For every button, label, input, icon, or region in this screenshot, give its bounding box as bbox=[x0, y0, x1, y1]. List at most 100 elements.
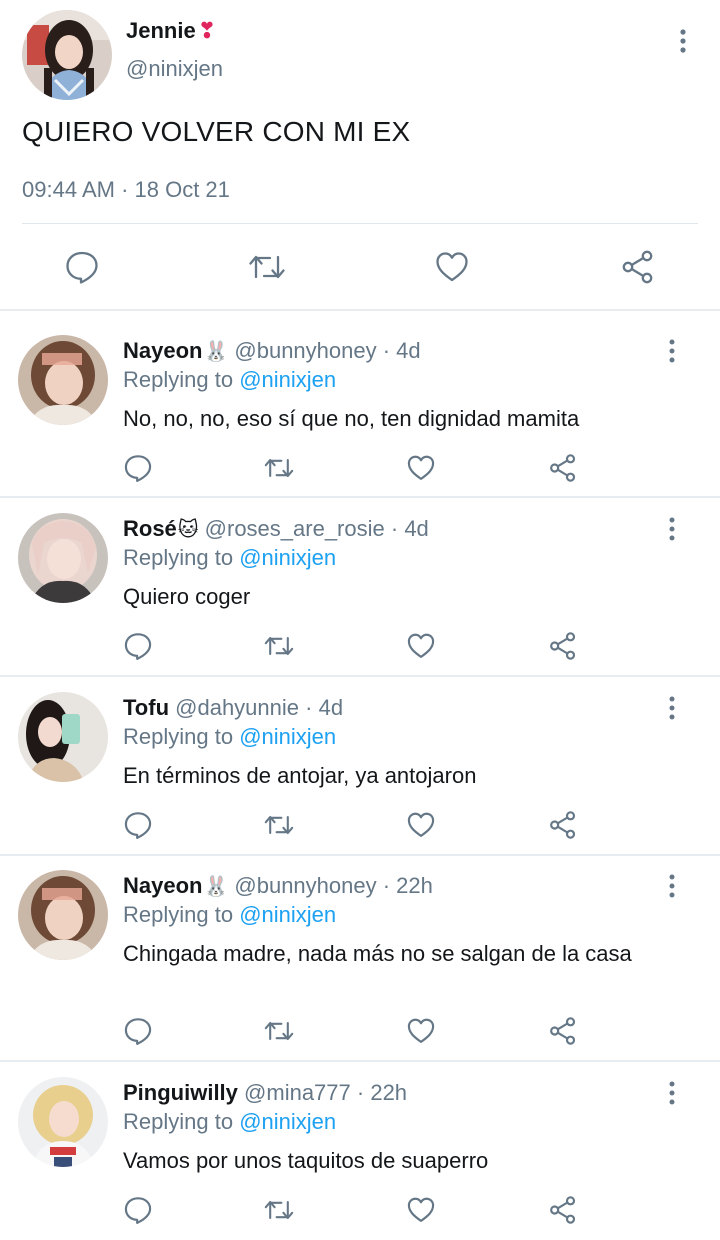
divider bbox=[0, 309, 720, 311]
divider bbox=[0, 496, 720, 498]
avatar[interactable] bbox=[18, 870, 108, 960]
replying-to-label: Replying to bbox=[123, 545, 234, 570]
avatar[interactable] bbox=[18, 335, 108, 425]
mention-link[interactable]: @ninixjen bbox=[239, 1109, 336, 1134]
reply-header: Nayeon🐰 @bunnyhoney · 22h bbox=[123, 873, 433, 899]
more-vertical-icon[interactable] bbox=[662, 873, 682, 899]
author-name[interactable]: Tofu bbox=[123, 695, 169, 720]
replying-to-label: Replying to bbox=[123, 1109, 234, 1134]
reply-icon[interactable] bbox=[62, 244, 102, 290]
separator-dot: · bbox=[350, 1080, 371, 1105]
reply-header: Nayeon🐰 @bunnyhoney · 4d bbox=[123, 338, 421, 364]
share-icon[interactable] bbox=[547, 809, 579, 841]
retweet-icon[interactable] bbox=[263, 630, 295, 662]
author-name[interactable]: Rosé bbox=[123, 516, 177, 541]
rabbit-icon: 🐰 bbox=[203, 876, 229, 898]
reply-icon[interactable] bbox=[122, 1015, 154, 1047]
mention-link[interactable]: @ninixjen bbox=[239, 724, 336, 749]
author-handle[interactable]: @dahyunnie bbox=[175, 695, 299, 720]
replying-to: Replying to @ninixjen bbox=[123, 1109, 336, 1135]
mention-link[interactable]: @ninixjen bbox=[239, 902, 336, 927]
reply-tweet: Tofu @dahyunnie · 4d Replying to @ninixj… bbox=[0, 692, 720, 852]
like-icon[interactable] bbox=[405, 630, 437, 662]
like-icon[interactable] bbox=[432, 244, 472, 290]
reply-actions-bar bbox=[0, 630, 720, 662]
reply-time: 22h bbox=[396, 873, 433, 898]
author-handle[interactable]: @bunnyhoney bbox=[234, 338, 376, 363]
reply-icon[interactable] bbox=[122, 630, 154, 662]
replying-to-label: Replying to bbox=[123, 902, 234, 927]
author-name[interactable]: Jennie❣ bbox=[126, 18, 216, 44]
retweet-icon[interactable] bbox=[263, 1194, 295, 1226]
more-vertical-icon[interactable] bbox=[662, 695, 682, 721]
avatar[interactable] bbox=[18, 692, 108, 782]
replying-to: Replying to @ninixjen bbox=[123, 367, 336, 393]
retweet-icon[interactable] bbox=[247, 244, 287, 290]
author-handle[interactable]: @roses_are_rosie bbox=[205, 516, 385, 541]
like-icon[interactable] bbox=[405, 452, 437, 484]
separator-dot: · bbox=[376, 873, 397, 898]
more-vertical-icon[interactable] bbox=[662, 1080, 682, 1106]
retweet-icon[interactable] bbox=[263, 1015, 295, 1047]
separator-dot: · bbox=[384, 516, 405, 541]
reply-time: 4d bbox=[404, 516, 429, 541]
reply-actions-bar bbox=[0, 452, 720, 484]
separator-dot: · bbox=[376, 338, 397, 363]
share-icon[interactable] bbox=[618, 244, 658, 290]
main-tweet: Jennie❣ @ninixjen QUIERO VOLVER CON MI E… bbox=[0, 0, 720, 310]
reply-icon[interactable] bbox=[122, 809, 154, 841]
reply-tweet: Nayeon🐰 @bunnyhoney · 4d Replying to @nin… bbox=[0, 335, 720, 495]
retweet-icon[interactable] bbox=[263, 809, 295, 841]
divider bbox=[22, 223, 698, 224]
author-name[interactable]: Nayeon bbox=[123, 873, 202, 898]
replying-to: Replying to @ninixjen bbox=[123, 545, 336, 571]
avatar[interactable] bbox=[22, 10, 112, 100]
replying-to: Replying to @ninixjen bbox=[123, 902, 336, 928]
reply-actions-bar bbox=[0, 1015, 720, 1047]
author-handle[interactable]: @bunnyhoney bbox=[234, 873, 376, 898]
more-vertical-icon[interactable] bbox=[662, 338, 682, 364]
replying-to-label: Replying to bbox=[123, 367, 234, 392]
retweet-icon[interactable] bbox=[263, 452, 295, 484]
heart-exclamation-icon: ❣ bbox=[197, 18, 217, 43]
replying-to-label: Replying to bbox=[123, 724, 234, 749]
reply-time: 22h bbox=[370, 1080, 408, 1105]
mention-link[interactable]: @ninixjen bbox=[239, 367, 336, 392]
author-name[interactable]: Nayeon bbox=[123, 338, 202, 363]
avatar[interactable] bbox=[18, 1077, 108, 1167]
reply-tweet: Rosé🐱 @roses_are_rosie · 4d Replying to @… bbox=[0, 513, 720, 673]
share-icon[interactable] bbox=[547, 630, 579, 662]
main-actions-bar bbox=[0, 244, 720, 290]
reply-text: No, no, no, eso sí que no, ten dignidad … bbox=[123, 406, 580, 431]
like-icon[interactable] bbox=[405, 1194, 437, 1226]
reply-text: En términos de antojar, ya antojaron bbox=[123, 763, 477, 788]
reply-text: Quiero coger bbox=[123, 584, 251, 609]
share-icon[interactable] bbox=[547, 452, 579, 484]
reply-tweet: Pinguiwilly @mina777 · 22h Replying to @… bbox=[0, 1077, 720, 1240]
share-icon[interactable] bbox=[547, 1015, 579, 1047]
mention-link[interactable]: @ninixjen bbox=[239, 545, 336, 570]
reply-actions-bar bbox=[0, 1194, 720, 1226]
reply-header: Pinguiwilly @mina777 · 22h bbox=[123, 1080, 407, 1106]
reply-header: Rosé🐱 @roses_are_rosie · 4d bbox=[123, 516, 429, 542]
share-icon[interactable] bbox=[547, 1194, 579, 1226]
reply-icon[interactable] bbox=[122, 1194, 154, 1226]
author-handle[interactable]: @ninixjen bbox=[126, 56, 223, 82]
reply-text: Vamos por unos taquitos de suaperro bbox=[123, 1148, 489, 1173]
reply-text: Chingada madre, nada más no se salgan de… bbox=[123, 941, 632, 966]
divider bbox=[0, 1060, 720, 1062]
author-handle[interactable]: @mina777 bbox=[244, 1080, 351, 1105]
replying-to: Replying to @ninixjen bbox=[123, 724, 336, 750]
reply-tweet: Nayeon🐰 @bunnyhoney · 22h Replying to @ni… bbox=[0, 870, 720, 1060]
tweet-text: QUIERO VOLVER CON MI EX bbox=[22, 116, 411, 147]
reply-time: 4d bbox=[318, 695, 344, 720]
more-vertical-icon[interactable] bbox=[662, 516, 682, 542]
reply-icon[interactable] bbox=[122, 452, 154, 484]
like-icon[interactable] bbox=[405, 809, 437, 841]
divider bbox=[0, 854, 720, 856]
author-name[interactable]: Pinguiwilly bbox=[123, 1080, 238, 1105]
like-icon[interactable] bbox=[405, 1015, 437, 1047]
reply-actions-bar bbox=[0, 809, 720, 841]
avatar[interactable] bbox=[18, 513, 108, 603]
more-vertical-icon[interactable] bbox=[672, 28, 694, 54]
